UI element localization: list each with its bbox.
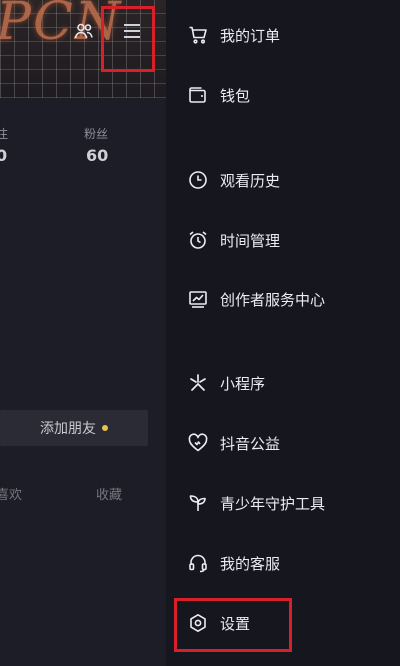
menu-item-creator-center[interactable]: 创作者服务中心: [166, 281, 400, 317]
menu-item-label: 观看历史: [220, 171, 281, 190]
stat-fans-label: 粉丝: [84, 127, 109, 141]
side-drawer-menu: 我的订单 钱包 观看历史 时间管理 创作者服务中心 小程序 抖音公益 青少年守护…: [166, 0, 400, 666]
wallet-icon: [188, 85, 208, 105]
tab-likes[interactable]: 喜欢: [0, 484, 22, 503]
menu-item-time-management[interactable]: 时间管理: [166, 222, 400, 258]
menu-item-youth-protection[interactable]: 青少年守护工具: [166, 485, 400, 521]
clock-icon: [188, 170, 208, 190]
cart-icon: [188, 25, 208, 45]
menu-item-douyin-charity[interactable]: 抖音公益: [166, 425, 400, 461]
asterisk-icon: [188, 373, 208, 393]
profile-background: PCN 注 0 粉丝 60 添加朋友 喜欢 收藏: [0, 0, 166, 666]
menu-item-my-orders[interactable]: 我的订单: [166, 17, 400, 53]
menu-item-wallet[interactable]: 钱包: [166, 77, 400, 113]
menu-icon-highlight-box: [101, 6, 155, 72]
stat-following-value: 0: [0, 146, 8, 165]
menu-item-label: 抖音公益: [220, 434, 281, 453]
alarm-clock-icon: [188, 230, 208, 250]
friends-icon[interactable]: [74, 21, 94, 41]
stat-following-label: 注: [0, 127, 9, 141]
menu-item-watch-history[interactable]: 观看历史: [166, 162, 400, 198]
menu-item-mini-programs[interactable]: 小程序: [166, 365, 400, 401]
menu-item-label: 钱包: [220, 86, 251, 105]
menu-item-label: 时间管理: [220, 231, 281, 250]
heart-icon: [188, 433, 208, 453]
menu-item-label: 我的订单: [220, 26, 281, 45]
sprout-icon: [188, 493, 208, 513]
menu-item-label: 我的客服: [220, 554, 281, 573]
notification-dot: [102, 425, 108, 431]
menu-item-label: 小程序: [220, 374, 266, 393]
menu-item-label: 创作者服务中心: [220, 290, 326, 309]
add-friend-label: 添加朋友: [40, 421, 96, 437]
stat-fans-value: 60: [86, 146, 109, 165]
menu-item-customer-service[interactable]: 我的客服: [166, 545, 400, 581]
menu-item-label: 青少年守护工具: [220, 494, 326, 513]
tab-favorites[interactable]: 收藏: [96, 484, 122, 503]
add-friend-button[interactable]: 添加朋友: [0, 410, 148, 446]
headset-icon: [188, 553, 208, 573]
settings-highlight-box: [174, 598, 292, 652]
chart-icon: [188, 289, 208, 309]
